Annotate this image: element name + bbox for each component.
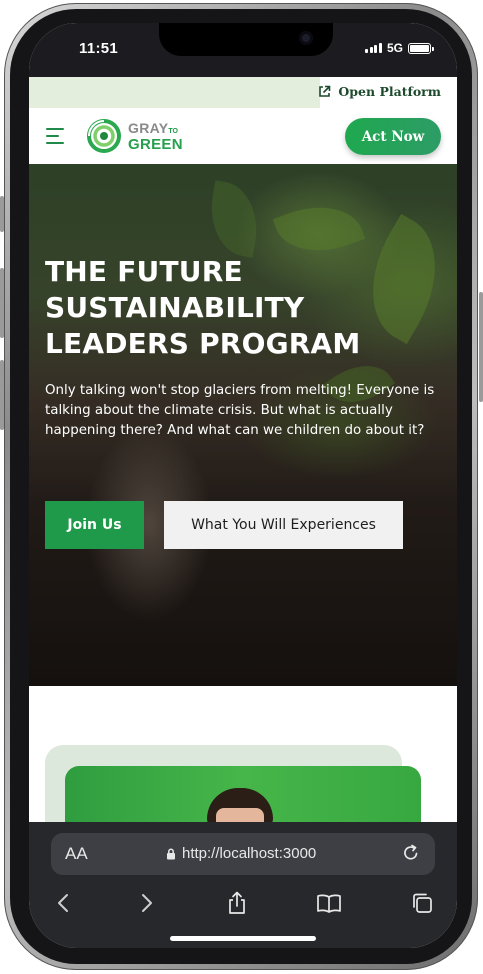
logo-wordmark: GRAYTO GREEN [128, 121, 183, 152]
notch [159, 23, 333, 56]
experiences-button[interactable]: What You Will Experiences [164, 501, 403, 549]
signal-icon [365, 43, 382, 53]
join-us-button[interactable]: Join Us [45, 501, 144, 549]
hero-title: THE FUTURE SUSTAINABILITY LEADERS PROGRA… [45, 254, 425, 362]
top-strip: Open Platform [29, 77, 457, 108]
url-display[interactable]: http://localhost:3000 [166, 845, 316, 862]
logo-swirl-icon [87, 119, 121, 153]
logo-gray: GRAY [128, 119, 169, 136]
external-link-icon [319, 85, 331, 97]
aa-label: AA [65, 844, 88, 863]
action-button [0, 196, 4, 232]
reload-icon[interactable] [401, 843, 421, 863]
open-platform-link[interactable]: Open Platform [318, 84, 441, 99]
browser-tools [29, 886, 457, 926]
front-camera [299, 31, 313, 45]
address-bar[interactable]: AA http://localhost:3000 [51, 833, 435, 875]
back-icon[interactable] [50, 890, 76, 916]
hero-title-line: THE FUTURE [45, 255, 243, 288]
bookmarks-icon[interactable] [316, 890, 342, 916]
network-type: 5G [386, 41, 403, 55]
power-button [479, 292, 483, 402]
hamburger-menu-icon[interactable] [46, 128, 64, 144]
volume-up-button [0, 268, 4, 338]
open-platform-label: Open Platform [338, 84, 441, 99]
reader-settings-button[interactable]: AA [65, 844, 88, 864]
hero-title-line: SUSTAINABILITY [45, 291, 305, 324]
status-time: 11:51 [79, 40, 119, 57]
lock-icon [167, 847, 175, 859]
navbar: GRAYTO GREEN Act Now [29, 108, 457, 164]
hero-subtitle: Only talking won't stop glaciers from me… [45, 383, 435, 438]
home-indicator [170, 936, 316, 941]
device-screen: 11:51 5G Open Platform GRAYTO GREEN Act … [29, 23, 457, 948]
status-bar: 11:51 5G [29, 23, 457, 77]
battery-icon [408, 42, 434, 54]
logo[interactable]: GRAYTO GREEN [85, 119, 183, 153]
hero-title-line: LEADERS PROGRAM [45, 327, 361, 360]
hero-section: THE FUTURE SUSTAINABILITY LEADERS PROGRA… [29, 164, 457, 686]
logo-to: TO [168, 127, 178, 135]
volume-down-button [0, 360, 4, 430]
logo-green: GREEN [128, 135, 183, 153]
forward-icon[interactable] [134, 890, 160, 916]
share-icon[interactable] [224, 890, 250, 916]
tabs-icon[interactable] [409, 890, 435, 916]
browser-toolbar: AA http://localhost:3000 [29, 822, 457, 948]
act-now-button[interactable]: Act Now [345, 118, 441, 155]
status-indicators: 5G [365, 41, 434, 55]
url-text: http://localhost:3000 [182, 845, 317, 862]
